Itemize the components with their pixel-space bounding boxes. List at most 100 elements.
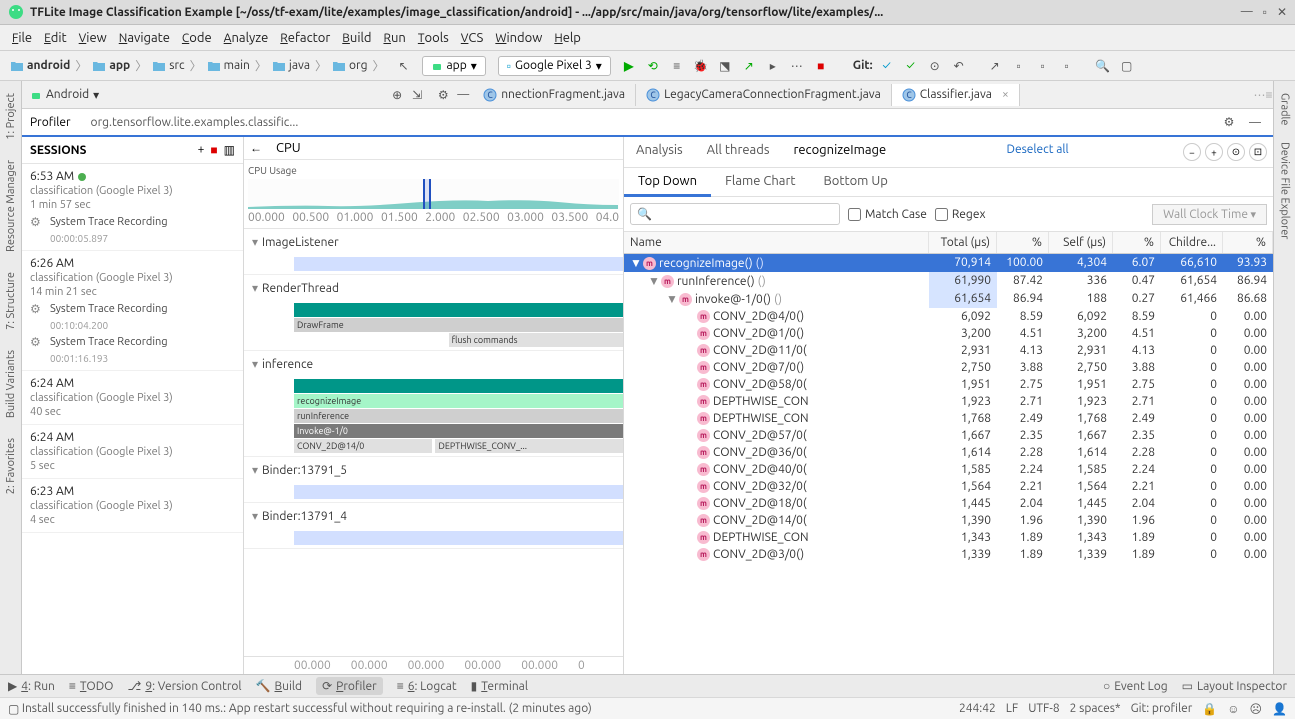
trace-bar[interactable]: runInference (294, 409, 623, 423)
session-item[interactable]: 6:24 AMclassification (Google Pixel 3)5 … (22, 425, 243, 479)
trace-table-row[interactable]: mDEPTHWISE_CON1,9232.711,9232.7100.00 (624, 393, 1273, 410)
zoom-fit-icon[interactable]: ⊡ (1249, 143, 1267, 161)
window-maximize[interactable]: ▫ (1263, 5, 1267, 19)
trace-table-row[interactable]: mCONV_2D@4/0()6,0928.596,0928.5900.00 (624, 308, 1273, 325)
thread-header[interactable]: ▾ImageListener (244, 229, 623, 255)
more-icon[interactable]: ⋯ (787, 56, 807, 76)
trace-table-row[interactable]: ▼mrunInference()()61,99087.423360.4761,6… (624, 272, 1273, 290)
menu-help[interactable]: Help (550, 29, 585, 47)
left-tool-build-variants[interactable]: Build Variants (3, 342, 19, 426)
left-tool--structure[interactable]: 7: Structure (3, 264, 19, 338)
device-dropdown[interactable]: ▫ Google Pixel 3 ▾ (498, 56, 611, 76)
col-pct1[interactable]: % (997, 232, 1049, 253)
sync-icon[interactable]: ↗ (985, 56, 1005, 76)
status-icon[interactable]: ☹ (1250, 702, 1263, 716)
breadcrumb-item[interactable]: android (6, 57, 74, 75)
close-tab-icon[interactable]: × (1002, 88, 1009, 101)
trace-search-input[interactable]: 🔍 (630, 203, 840, 225)
menu-tools[interactable]: Tools (414, 29, 453, 47)
breadcrumb-item[interactable]: src (148, 57, 188, 75)
tool-window-todo[interactable]: ≡TODO (69, 679, 114, 693)
breadcrumb-item[interactable]: org (328, 57, 371, 75)
trace-table-row[interactable]: ▼minvoke@-1/0()()61,65486.941880.2761,46… (624, 290, 1273, 308)
trace-bar[interactable]: Invoke@-1/0 (294, 424, 623, 438)
add-session-icon[interactable]: + (198, 143, 205, 157)
status-field[interactable]: 2 spaces* (1070, 702, 1121, 715)
trace-table-row[interactable]: mCONV_2D@36/0(1,6142.281,6142.2800.00 (624, 444, 1273, 461)
trace-bar[interactable] (294, 531, 623, 545)
trace-bar[interactable] (294, 303, 623, 317)
trace-table-row[interactable]: mCONV_2D@18/0(1,4452.041,4452.0400.00 (624, 495, 1273, 512)
session-layout-icon[interactable]: ▥ (224, 143, 235, 157)
nav-back-icon[interactable]: ↖ (394, 56, 414, 76)
left-tool-resource-manager[interactable]: Resource Manager (3, 152, 19, 260)
trace-table-row[interactable]: mDEPTHWISE_CON1,3431.891,3431.8900.00 (624, 529, 1273, 546)
col-pct2[interactable]: % (1113, 232, 1161, 253)
col-children[interactable]: Childre... (1161, 232, 1223, 253)
analysis-tab[interactable]: recognizeImage (781, 137, 898, 167)
trace-table-row[interactable]: mCONV_2D@32/0(1,5642.211,5642.2100.00 (624, 478, 1273, 495)
zoom-in-icon[interactable]: + (1205, 143, 1223, 161)
trace-table-row[interactable]: mCONV_2D@58/0(1,9512.751,9512.7500.00 (624, 376, 1273, 393)
regex-checkbox[interactable]: Regex (935, 208, 986, 221)
trace-bar[interactable]: flush commands (449, 333, 623, 347)
status-field[interactable]: LF (1006, 702, 1018, 715)
left-tool--project[interactable]: 1: Project (3, 85, 19, 148)
sdk-icon[interactable]: ▫ (1033, 56, 1053, 76)
tool-window-event-log[interactable]: ○Event Log (1103, 679, 1168, 693)
status-field[interactable]: 244:42 (959, 702, 996, 715)
trace-bar[interactable]: DEPTHWISE_CONV_... (435, 439, 623, 453)
menu-vcs[interactable]: VCS (457, 29, 488, 47)
coverage-icon[interactable]: ⬔ (715, 56, 735, 76)
thread-header[interactable]: ▾Binder:13791_5 (244, 457, 623, 483)
stop-icon[interactable]: ■ (811, 56, 831, 76)
zoom-out-icon[interactable]: − (1183, 143, 1201, 161)
col-pct3[interactable]: % (1223, 232, 1273, 253)
trace-bar[interactable]: CONV_2D@14/0 (294, 439, 432, 453)
profiler-hide-icon[interactable]: — (1245, 112, 1265, 132)
target-icon[interactable]: ⊕ (387, 85, 407, 105)
session-item[interactable]: 6:53 AMclassification (Google Pixel 3)1 … (22, 164, 243, 251)
trace-bar[interactable] (294, 379, 623, 393)
debug-apply-icon[interactable]: ≡ (667, 56, 687, 76)
tool-window-build[interactable]: 🔨Build (256, 679, 303, 693)
gear-icon[interactable]: ⚙ (433, 85, 453, 105)
thread-header[interactable]: ▾inference (244, 351, 623, 377)
col-total[interactable]: Total (µs) (929, 232, 997, 253)
trace-table-row[interactable]: mCONV_2D@14/0(1,3901.961,3901.9600.00 (624, 512, 1273, 529)
zoom-reset-icon[interactable]: ⊙ (1227, 143, 1245, 161)
status-field[interactable]: Git: profiler (1131, 702, 1193, 715)
window-close[interactable]: ✕ (1277, 5, 1287, 19)
thread-header[interactable]: ▾RenderThread (244, 275, 623, 301)
status-icon[interactable]: 🔒 (1202, 702, 1217, 716)
menu-code[interactable]: Code (178, 29, 216, 47)
status-expand-icon[interactable]: ▢ (8, 702, 19, 716)
resource-icon[interactable]: ▫ (1057, 56, 1077, 76)
col-self[interactable]: Self (µs) (1049, 232, 1113, 253)
view-tab-flame-chart[interactable]: Flame Chart (711, 168, 809, 196)
file-tab[interactable]: cnnectionFragment.java (473, 84, 636, 106)
run-icon[interactable]: ▶ (619, 56, 639, 76)
right-tool-gradle[interactable]: Gradle (1277, 85, 1293, 134)
project-view-dropdown[interactable]: Android ▾ (22, 84, 107, 106)
trace-table-row[interactable]: mCONV_2D@1/0()3,2004.513,2004.5100.00 (624, 325, 1273, 342)
trace-bar[interactable] (294, 485, 623, 499)
analysis-tab[interactable]: All threads (695, 137, 782, 167)
avd-icon[interactable]: ▫ (1009, 56, 1029, 76)
analysis-tab[interactable]: Analysis (624, 137, 695, 167)
trace-bar[interactable]: recognizeImage (294, 394, 623, 408)
attach-icon[interactable]: ▸ (763, 56, 783, 76)
git-commit-icon[interactable]: ✓ (901, 56, 921, 76)
menu-navigate[interactable]: Navigate (115, 29, 174, 47)
trace-table-row[interactable]: ▼mrecognizeImage()()70,914100.004,3046.0… (624, 254, 1273, 272)
cpu-usage-chart[interactable] (248, 179, 619, 209)
col-name[interactable]: Name (624, 232, 929, 253)
debug-icon[interactable]: 🐞 (691, 56, 711, 76)
trace-table-row[interactable]: mCONV_2D@57/0(1,6672.351,6672.3500.00 (624, 427, 1273, 444)
file-tab[interactable]: cClassifier.java× (892, 84, 1020, 106)
trace-table-row[interactable]: mDEPTHWISE_CON1,7682.491,7682.4900.00 (624, 410, 1273, 427)
tab-overflow-icon[interactable]: ⋯≡ (1253, 85, 1273, 105)
breadcrumb-item[interactable]: main (203, 57, 254, 75)
user-icon[interactable]: ▢ (1117, 56, 1137, 76)
trace-bar[interactable] (294, 257, 623, 271)
